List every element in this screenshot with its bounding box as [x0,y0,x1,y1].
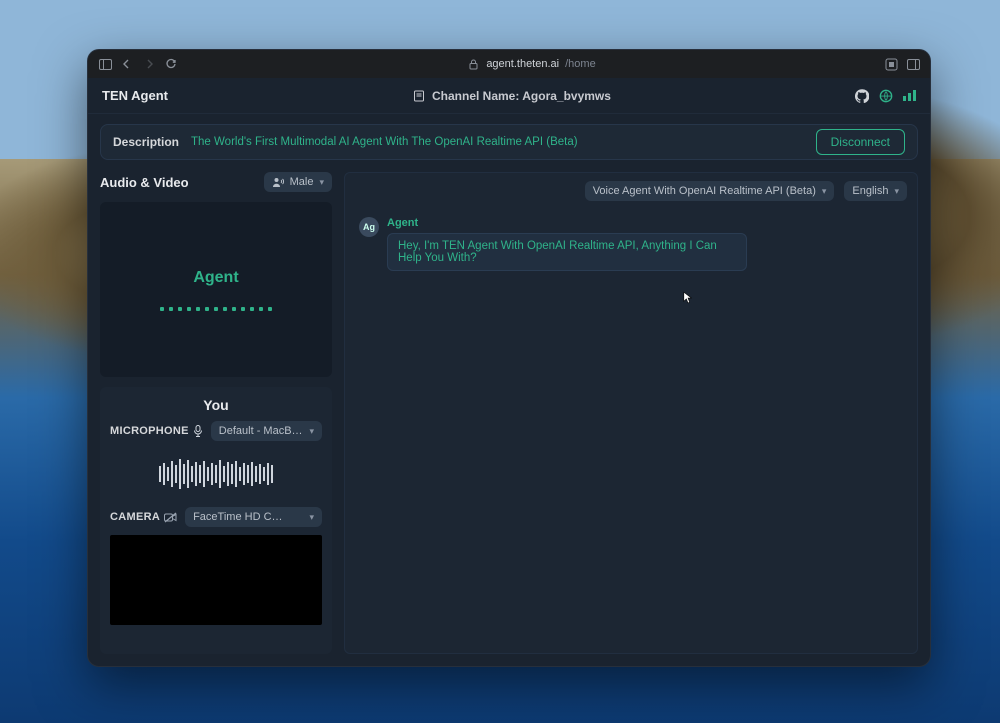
message-sender-name: Agent [387,217,747,229]
chevron-down-icon: ▾ [319,177,324,188]
refresh-icon[interactable] [164,57,178,71]
url-path: /home [565,58,596,70]
chat-panel: Voice Agent With OpenAI Realtime API (Be… [344,172,918,654]
language-value: English [852,185,888,197]
agent-tile-label: Agent [193,269,238,287]
agent-type-value: Voice Agent With OpenAI Realtime API (Be… [593,185,816,197]
chevron-down-icon: ▾ [309,512,314,523]
language-select[interactable]: English ▾ [844,181,907,201]
nav-back-icon[interactable] [120,57,134,71]
channel-icon [412,89,426,103]
channel-name: Channel Name: Agora_bvymws [432,89,611,103]
you-panel: You MICROPHONE Default - MacBook Pr... ▾ [100,387,332,654]
app-header: TEN Agent Channel Name: Agora_bvymws [88,78,930,114]
description-bar: Description The World's First Multimodal… [100,124,918,160]
camera-device-select[interactable]: FaceTime HD Camer... ▾ [185,507,322,527]
description-text: The World's First Multimodal AI Agent Wi… [191,136,804,148]
audio-video-panel: Audio & Video Male ▾ Agent You [100,172,332,654]
voice-gender-value: Male [290,176,314,188]
microphone-icon[interactable] [193,425,203,437]
microphone-section-label: MICROPHONE [110,425,189,437]
status-icon[interactable] [879,89,893,103]
chat-message: Ag Agent Hey, I'm TEN Agent With OpenAI … [359,217,903,271]
av-section-title: Audio & Video [100,175,189,190]
tabs-icon[interactable] [906,57,920,71]
mouse-cursor-icon [683,291,693,305]
you-label: You [110,397,322,413]
chevron-down-icon: ▾ [309,426,314,437]
github-icon[interactable] [855,89,869,103]
microphone-waveform [110,449,322,499]
signal-icon [903,90,916,101]
lock-icon [466,57,480,71]
url-bar[interactable]: agent.theten.ai/home [188,57,874,71]
url-host: agent.theten.ai [486,58,559,70]
agent-video-tile: Agent [100,202,332,377]
voice-gender-select[interactable]: Male ▾ [264,172,332,192]
chevron-down-icon: ▾ [894,186,899,197]
microphone-device-value: Default - MacBook Pr... [219,425,304,437]
disconnect-button[interactable]: Disconnect [816,129,905,155]
description-label: Description [113,135,179,149]
agent-audio-visualizer [160,307,272,311]
extension-icon[interactable] [884,57,898,71]
camera-device-value: FaceTime HD Camer... [193,511,288,523]
message-bubble: Hey, I'm TEN Agent With OpenAI Realtime … [387,233,747,271]
agent-type-select[interactable]: Voice Agent With OpenAI Realtime API (Be… [585,181,835,201]
browser-toolbar: agent.theten.ai/home [88,50,930,78]
nav-forward-icon[interactable] [142,57,156,71]
microphone-device-select[interactable]: Default - MacBook Pr... ▾ [211,421,322,441]
chevron-down-icon: ▾ [822,186,827,197]
avatar: Ag [359,217,379,237]
camera-off-icon[interactable] [164,512,177,523]
sidebar-toggle-icon[interactable] [98,57,112,71]
camera-preview [110,535,322,625]
camera-section-label: CAMERA [110,511,160,523]
person-voice-icon [272,177,284,188]
app-window: agent.theten.ai/home TEN Agent Channel N… [87,49,931,667]
app-brand: TEN Agent [102,88,168,103]
